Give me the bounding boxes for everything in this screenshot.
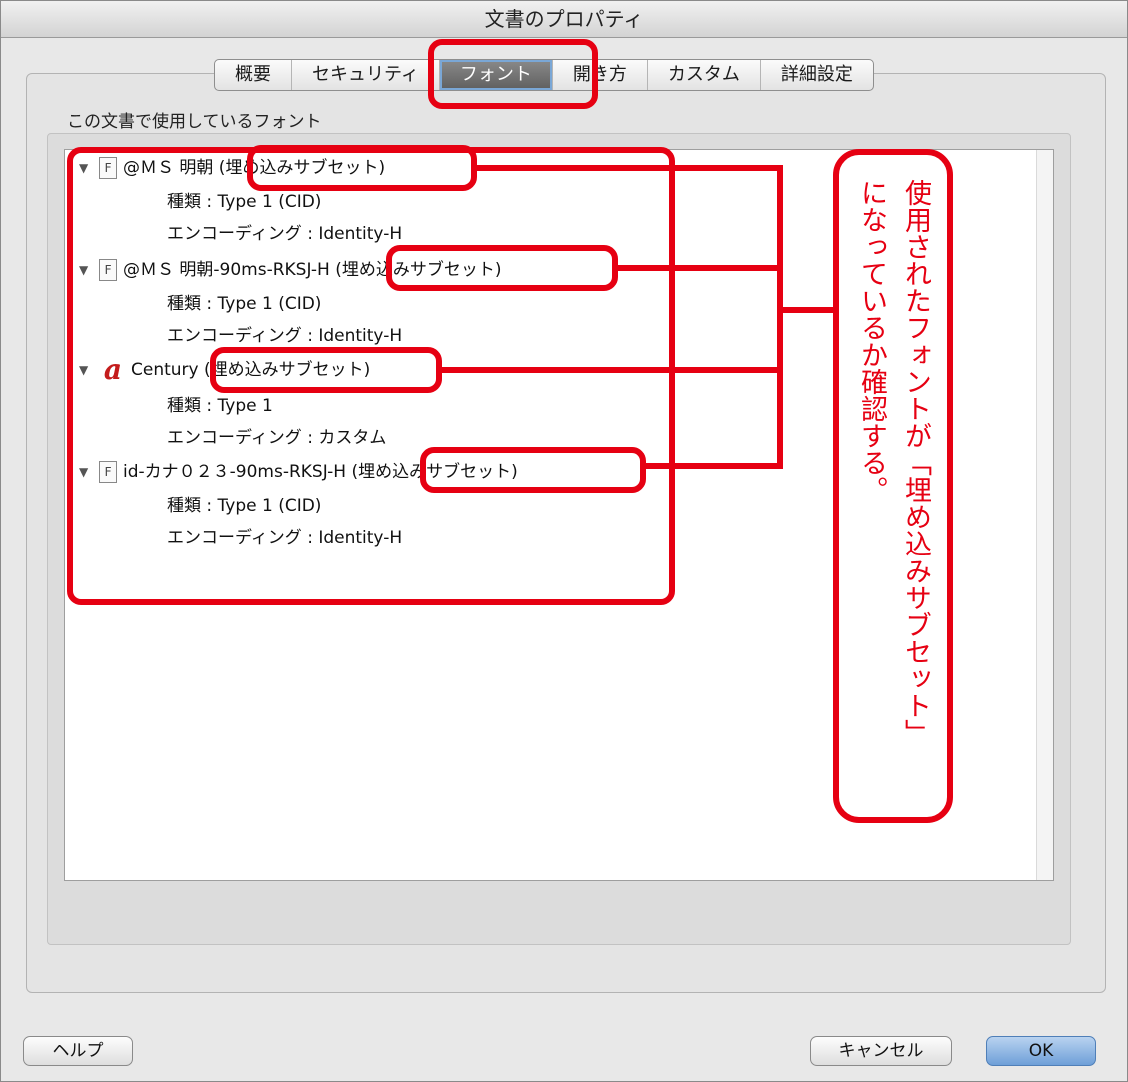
help-button[interactable]: ヘルプ (23, 1036, 133, 1066)
document-properties-window: 文書のプロパティ 概要 セキュリティ フォント 開き方 カスタム 詳細設定 この… (0, 0, 1128, 1082)
ok-button[interactable]: OK (986, 1036, 1096, 1066)
subset-highlight-2 (386, 245, 618, 291)
subset-highlight-4 (420, 447, 646, 493)
connector-line (644, 463, 783, 469)
annotation-callout: 使用されたフォントが「埋め込みサブセット」 になっているか確認する。 (833, 149, 953, 823)
connector-line (475, 165, 783, 171)
tab-advanced[interactable]: 詳細設定 (761, 60, 873, 90)
connector-line (777, 165, 783, 469)
subset-highlight-1 (247, 145, 477, 191)
connector-line (777, 307, 835, 313)
tab-summary[interactable]: 概要 (215, 60, 292, 90)
list-scrollbar[interactable] (1036, 150, 1053, 880)
tab-security[interactable]: セキュリティ (292, 60, 440, 90)
window-title: 文書のプロパティ (1, 1, 1127, 38)
fonts-section-label: この文書で使用しているフォント (67, 112, 322, 132)
fonts-tab-highlight (428, 39, 598, 109)
subset-highlight-3 (210, 347, 442, 393)
cancel-button[interactable]: キャンセル (810, 1036, 952, 1066)
annotation-text: 使用されたフォントが「埋め込みサブセット」 (900, 179, 931, 746)
annotation-text: になっているか確認する。 (856, 179, 887, 503)
connector-line (440, 367, 783, 373)
connector-line (616, 265, 783, 271)
tab-custom[interactable]: カスタム (648, 60, 761, 90)
